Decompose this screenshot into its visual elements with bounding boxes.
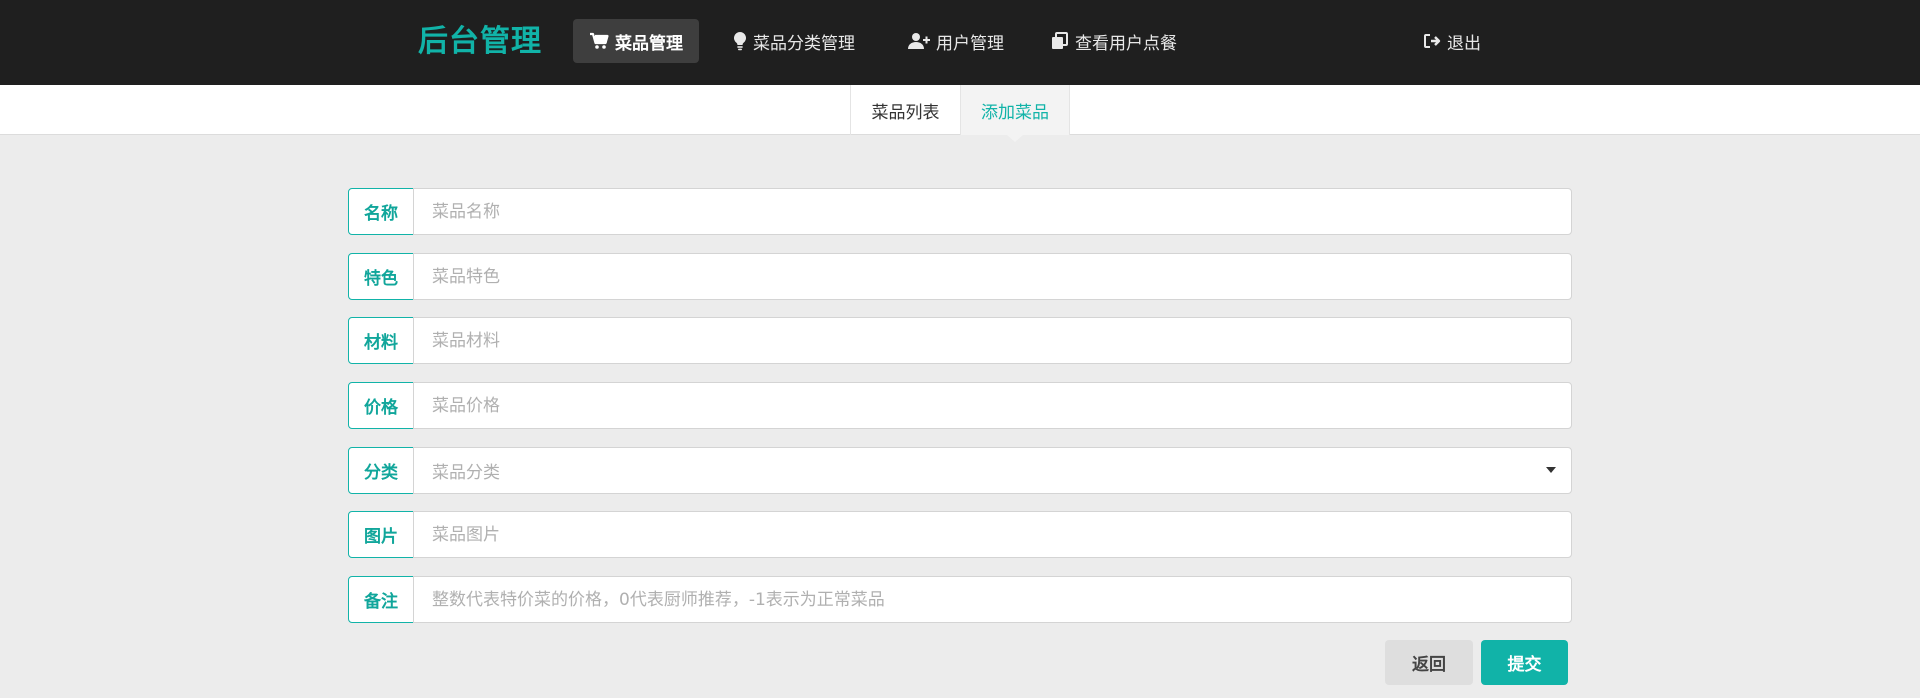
feature-label: 特色 <box>348 253 414 300</box>
form-row-material: 材料 <box>348 317 1572 364</box>
form-row-category: 分类 菜品分类 <box>348 447 1572 494</box>
nav-item-label: 查看用户点餐 <box>1075 33 1177 54</box>
remark-input[interactable] <box>413 576 1572 623</box>
nav-item-category-management[interactable]: 菜品分类管理 <box>717 19 871 63</box>
nav-item-user-management[interactable]: 用户管理 <box>892 19 1020 63</box>
brand-title[interactable]: 后台管理 <box>418 22 542 62</box>
feature-input[interactable] <box>413 253 1572 300</box>
tab-label: 添加菜品 <box>981 102 1049 123</box>
nav-item-dish-management[interactable]: 菜品管理 <box>573 19 699 63</box>
price-input[interactable] <box>413 382 1572 429</box>
back-button[interactable]: 返回 <box>1385 640 1473 685</box>
cart-icon <box>590 32 609 49</box>
material-label: 材料 <box>348 317 414 364</box>
nav-item-view-orders[interactable]: 查看用户点餐 <box>1035 19 1193 63</box>
name-input[interactable] <box>413 188 1572 235</box>
nav-item-label: 菜品分类管理 <box>753 33 855 54</box>
image-label: 图片 <box>348 511 414 558</box>
form-row-image: 图片 <box>348 511 1572 558</box>
logout-label: 退出 <box>1447 33 1481 54</box>
form-row-price: 价格 <box>348 382 1572 429</box>
form-row-name: 名称 <box>348 188 1572 235</box>
name-label: 名称 <box>348 188 414 235</box>
caret-down-icon <box>1546 467 1556 473</box>
top-navbar: 后台管理 菜品管理 菜品分类管理 用户管理 查看用户点餐 退出 <box>0 0 1920 85</box>
tab-add-dish[interactable]: 添加菜品 <box>960 85 1070 135</box>
active-tab-pointer <box>1007 135 1023 142</box>
form-row-remark: 备注 <box>348 576 1572 623</box>
category-select-value: 菜品分类 <box>413 447 1572 494</box>
material-input[interactable] <box>413 317 1572 364</box>
nav-item-label: 用户管理 <box>936 33 1004 54</box>
nav-item-label: 菜品管理 <box>615 33 683 54</box>
tab-label: 菜品列表 <box>871 102 940 123</box>
form-row-feature: 特色 <box>348 253 1572 300</box>
price-label: 价格 <box>348 382 414 429</box>
submit-button[interactable]: 提交 <box>1481 640 1568 685</box>
tab-dish-list[interactable]: 菜品列表 <box>850 85 961 135</box>
lightbulb-icon <box>734 32 746 51</box>
user-plus-icon <box>908 33 930 49</box>
sign-out-icon <box>1424 34 1441 48</box>
category-select[interactable]: 菜品分类 <box>413 447 1572 494</box>
image-input[interactable] <box>413 511 1572 558</box>
sub-tab-bar: 菜品列表 添加菜品 <box>0 85 1920 135</box>
remark-label: 备注 <box>348 576 414 623</box>
copy-icon <box>1052 32 1068 49</box>
category-label: 分类 <box>348 447 414 494</box>
logout-button[interactable]: 退出 <box>1407 19 1497 63</box>
